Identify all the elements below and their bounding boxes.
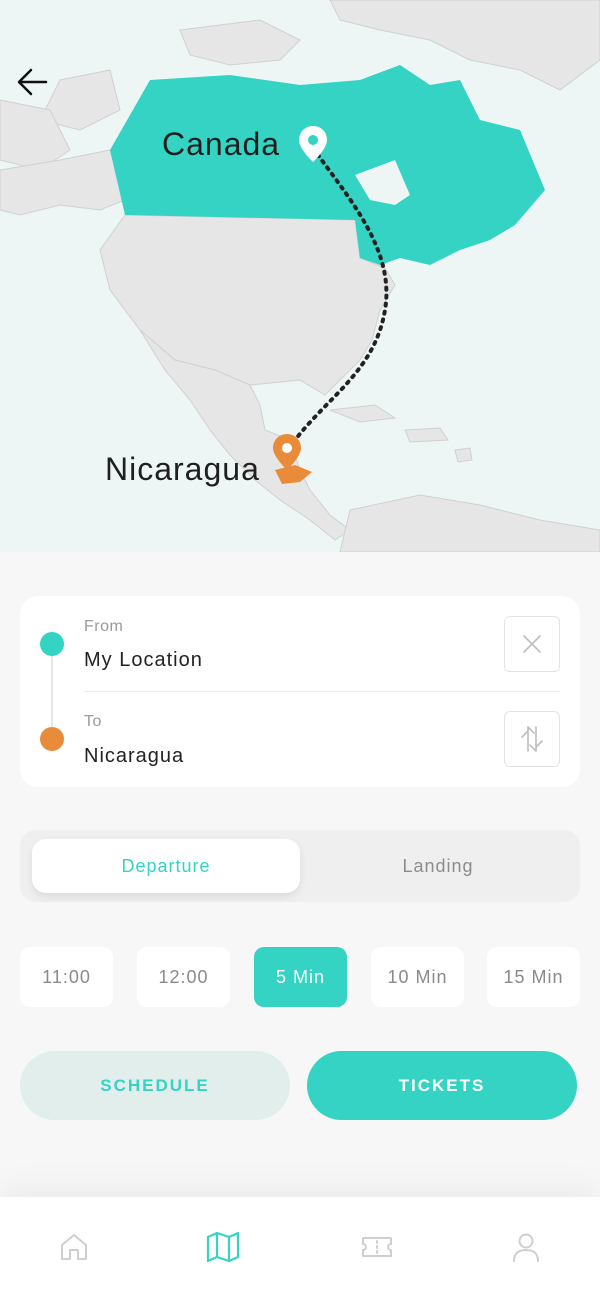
profile-icon — [513, 1233, 539, 1262]
bottom-nav — [0, 1197, 600, 1299]
to-field[interactable]: Nicaragua — [84, 745, 184, 768]
time-chip-selected[interactable]: 5 Min — [254, 947, 347, 1007]
nav-tickets[interactable] — [357, 1227, 397, 1267]
time-chip[interactable]: 10 Min — [371, 947, 464, 1007]
mode-toggle: Departure Landing — [20, 830, 580, 902]
swap-button[interactable] — [504, 711, 560, 767]
destination-pin-icon[interactable] — [270, 432, 304, 472]
time-chip[interactable]: 11:00 — [20, 947, 113, 1007]
ticket-icon — [362, 1237, 392, 1257]
destination-map-label: Nicaragua — [105, 451, 260, 487]
nav-map[interactable] — [203, 1227, 243, 1267]
origin-pin-icon[interactable] — [296, 124, 330, 164]
map-icon — [206, 1231, 240, 1263]
destination-dot — [40, 727, 64, 751]
schedule-button[interactable]: SCHEDULE — [20, 1051, 290, 1120]
nav-home[interactable] — [54, 1227, 94, 1267]
time-options: 11:00 12:00 5 Min 10 Min 15 Min — [20, 947, 580, 1007]
tab-landing[interactable]: Landing — [304, 839, 572, 893]
tickets-button[interactable]: TICKETS — [307, 1051, 577, 1120]
clear-button[interactable] — [504, 616, 560, 672]
home-icon — [61, 1234, 87, 1260]
time-chip[interactable]: 12:00 — [137, 947, 230, 1007]
route-map[interactable]: Canada Nicaragua — [0, 0, 600, 552]
arrow-left-icon — [17, 68, 48, 96]
from-label: From — [84, 618, 124, 635]
swap-arrows-icon — [521, 726, 543, 752]
flight-route-screen: Canada Nicaragua From My Location To Nic… — [0, 0, 600, 1299]
origin-map-label: Canada — [162, 126, 281, 162]
close-icon — [523, 635, 541, 653]
time-chip[interactable]: 15 Min — [487, 947, 580, 1007]
from-field[interactable]: My Location — [84, 649, 203, 672]
route-card: From My Location To Nicaragua — [20, 596, 580, 787]
route-connector — [51, 656, 53, 727]
nav-profile[interactable] — [506, 1227, 546, 1267]
origin-dot — [40, 632, 64, 656]
back-button[interactable] — [14, 62, 54, 102]
tab-departure[interactable]: Departure — [32, 839, 300, 893]
divider — [84, 691, 560, 692]
to-label: To — [84, 713, 102, 730]
